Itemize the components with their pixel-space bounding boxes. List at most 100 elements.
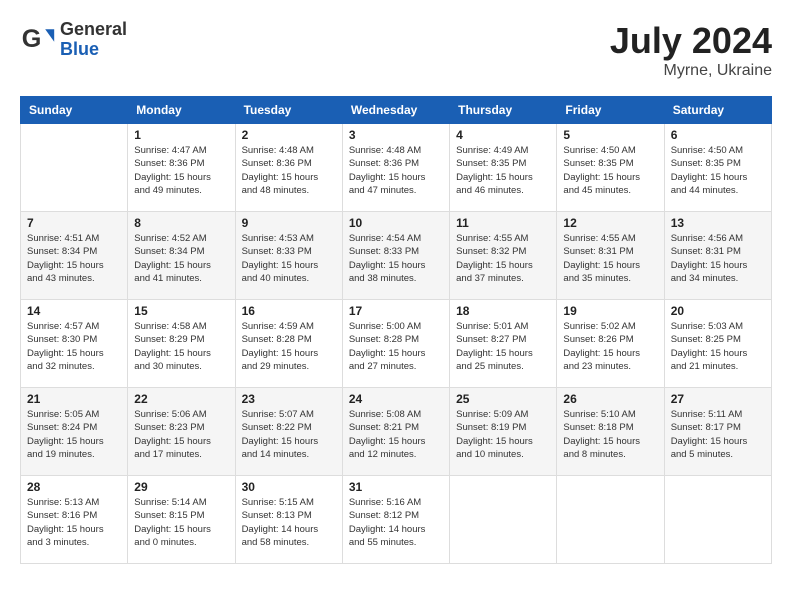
day-number: 29 [134, 480, 228, 494]
day-info: Sunrise: 4:54 AM Sunset: 8:33 PM Dayligh… [349, 232, 443, 285]
day-info: Sunrise: 4:55 AM Sunset: 8:31 PM Dayligh… [563, 232, 657, 285]
day-info: Sunrise: 4:58 AM Sunset: 8:29 PM Dayligh… [134, 320, 228, 373]
day-number: 23 [242, 392, 336, 406]
day-number: 24 [349, 392, 443, 406]
calendar-cell: 18 Sunrise: 5:01 AM Sunset: 8:27 PM Dayli… [450, 300, 557, 388]
day-info: Sunrise: 5:14 AM Sunset: 8:15 PM Dayligh… [134, 496, 228, 549]
calendar-cell [664, 476, 771, 564]
logo-blue: Blue [60, 40, 127, 60]
day-number: 28 [27, 480, 121, 494]
day-info: Sunrise: 4:50 AM Sunset: 8:35 PM Dayligh… [671, 144, 765, 197]
svg-text:G: G [22, 25, 42, 53]
calendar-cell: 27 Sunrise: 5:11 AM Sunset: 8:17 PM Dayli… [664, 388, 771, 476]
day-number: 25 [456, 392, 550, 406]
day-number: 9 [242, 216, 336, 230]
day-info: Sunrise: 4:59 AM Sunset: 8:28 PM Dayligh… [242, 320, 336, 373]
day-info: Sunrise: 4:56 AM Sunset: 8:31 PM Dayligh… [671, 232, 765, 285]
calendar-cell: 14 Sunrise: 4:57 AM Sunset: 8:30 PM Dayli… [21, 300, 128, 388]
calendar-cell: 22 Sunrise: 5:06 AM Sunset: 8:23 PM Dayli… [128, 388, 235, 476]
header-row: SundayMondayTuesdayWednesdayThursdayFrid… [21, 97, 772, 124]
day-info: Sunrise: 5:05 AM Sunset: 8:24 PM Dayligh… [27, 408, 121, 461]
calendar-cell: 31 Sunrise: 5:16 AM Sunset: 8:12 PM Dayli… [342, 476, 449, 564]
calendar-cell: 17 Sunrise: 5:00 AM Sunset: 8:28 PM Dayli… [342, 300, 449, 388]
calendar-cell: 30Sunrise: 5:15 AM Sunset: 8:13 PM Dayli… [235, 476, 342, 564]
day-number: 21 [27, 392, 121, 406]
day-number: 18 [456, 304, 550, 318]
day-number: 14 [27, 304, 121, 318]
weekday-header: Monday [128, 97, 235, 124]
calendar-cell: 8Sunrise: 4:52 AM Sunset: 8:34 PM Daylig… [128, 212, 235, 300]
day-number: 12 [563, 216, 657, 230]
calendar-cell: 11Sunrise: 4:55 AM Sunset: 8:32 PM Dayli… [450, 212, 557, 300]
day-number: 1 [134, 128, 228, 142]
day-number: 4 [456, 128, 550, 142]
day-info: Sunrise: 5:07 AM Sunset: 8:22 PM Dayligh… [242, 408, 336, 461]
day-info: Sunrise: 4:48 AM Sunset: 8:36 PM Dayligh… [242, 144, 336, 197]
day-info: Sunrise: 5:09 AM Sunset: 8:19 PM Dayligh… [456, 408, 550, 461]
month-year: July 2024 [610, 20, 772, 62]
logo-icon: G [20, 22, 56, 58]
day-info: Sunrise: 5:06 AM Sunset: 8:23 PM Dayligh… [134, 408, 228, 461]
calendar-table: SundayMondayTuesdayWednesdayThursdayFrid… [20, 96, 772, 564]
calendar-cell: 24 Sunrise: 5:08 AM Sunset: 8:21 PM Dayli… [342, 388, 449, 476]
weekday-header: Friday [557, 97, 664, 124]
calendar-week-row: 28 Sunrise: 5:13 AM Sunset: 8:16 PM Dayli… [21, 476, 772, 564]
day-number: 22 [134, 392, 228, 406]
day-number: 3 [349, 128, 443, 142]
day-number: 13 [671, 216, 765, 230]
calendar-week-row: 1Sunrise: 4:47 AM Sunset: 8:36 PM Daylig… [21, 124, 772, 212]
day-info: Sunrise: 5:10 AM Sunset: 8:18 PM Dayligh… [563, 408, 657, 461]
calendar-cell: 6Sunrise: 4:50 AM Sunset: 8:35 PM Daylig… [664, 124, 771, 212]
day-number: 17 [349, 304, 443, 318]
calendar-cell: 7Sunrise: 4:51 AM Sunset: 8:34 PM Daylig… [21, 212, 128, 300]
calendar-week-row: 14 Sunrise: 4:57 AM Sunset: 8:30 PM Dayli… [21, 300, 772, 388]
day-number: 15 [134, 304, 228, 318]
day-info: Sunrise: 5:02 AM Sunset: 8:26 PM Dayligh… [563, 320, 657, 373]
day-info: Sunrise: 5:11 AM Sunset: 8:17 PM Dayligh… [671, 408, 765, 461]
day-info: Sunrise: 4:49 AM Sunset: 8:35 PM Dayligh… [456, 144, 550, 197]
day-info: Sunrise: 4:52 AM Sunset: 8:34 PM Dayligh… [134, 232, 228, 285]
day-info: Sunrise: 4:48 AM Sunset: 8:36 PM Dayligh… [349, 144, 443, 197]
day-info: Sunrise: 5:13 AM Sunset: 8:16 PM Dayligh… [27, 496, 121, 549]
weekday-header: Sunday [21, 97, 128, 124]
day-info: Sunrise: 5:00 AM Sunset: 8:28 PM Dayligh… [349, 320, 443, 373]
day-number: 27 [671, 392, 765, 406]
calendar-cell [21, 124, 128, 212]
day-info: Sunrise: 4:57 AM Sunset: 8:30 PM Dayligh… [27, 320, 121, 373]
logo-general: General [60, 20, 127, 40]
day-info: Sunrise: 5:03 AM Sunset: 8:25 PM Dayligh… [671, 320, 765, 373]
calendar-cell: 5Sunrise: 4:50 AM Sunset: 8:35 PM Daylig… [557, 124, 664, 212]
day-info: Sunrise: 5:16 AM Sunset: 8:12 PM Dayligh… [349, 496, 443, 549]
calendar-cell: 28 Sunrise: 5:13 AM Sunset: 8:16 PM Dayli… [21, 476, 128, 564]
calendar-cell: 4 Sunrise: 4:49 AM Sunset: 8:35 PM Daylig… [450, 124, 557, 212]
calendar-header: SundayMondayTuesdayWednesdayThursdayFrid… [21, 97, 772, 124]
day-info: Sunrise: 4:53 AM Sunset: 8:33 PM Dayligh… [242, 232, 336, 285]
calendar-cell: 26 Sunrise: 5:10 AM Sunset: 8:18 PM Dayli… [557, 388, 664, 476]
calendar-cell [450, 476, 557, 564]
calendar-cell: 15 Sunrise: 4:58 AM Sunset: 8:29 PM Dayli… [128, 300, 235, 388]
page-header: G General Blue July 2024 Myrne, Ukraine [20, 20, 772, 80]
calendar-week-row: 21 Sunrise: 5:05 AM Sunset: 8:24 PM Dayli… [21, 388, 772, 476]
calendar-cell: 1Sunrise: 4:47 AM Sunset: 8:36 PM Daylig… [128, 124, 235, 212]
calendar-cell: 16Sunrise: 4:59 AM Sunset: 8:28 PM Dayli… [235, 300, 342, 388]
day-number: 7 [27, 216, 121, 230]
calendar-week-row: 7Sunrise: 4:51 AM Sunset: 8:34 PM Daylig… [21, 212, 772, 300]
weekday-header: Thursday [450, 97, 557, 124]
day-info: Sunrise: 5:15 AM Sunset: 8:13 PM Dayligh… [242, 496, 336, 549]
calendar-cell: 3 Sunrise: 4:48 AM Sunset: 8:36 PM Daylig… [342, 124, 449, 212]
calendar-cell: 25 Sunrise: 5:09 AM Sunset: 8:19 PM Dayli… [450, 388, 557, 476]
calendar-cell: 12 Sunrise: 4:55 AM Sunset: 8:31 PM Dayli… [557, 212, 664, 300]
day-number: 10 [349, 216, 443, 230]
weekday-header: Saturday [664, 97, 771, 124]
day-number: 20 [671, 304, 765, 318]
day-number: 2 [242, 128, 336, 142]
calendar-cell: 23 Sunrise: 5:07 AM Sunset: 8:22 PM Dayli… [235, 388, 342, 476]
calendar-cell: 9 Sunrise: 4:53 AM Sunset: 8:33 PM Daylig… [235, 212, 342, 300]
day-info: Sunrise: 5:08 AM Sunset: 8:21 PM Dayligh… [349, 408, 443, 461]
day-info: Sunrise: 5:01 AM Sunset: 8:27 PM Dayligh… [456, 320, 550, 373]
day-number: 31 [349, 480, 443, 494]
day-number: 5 [563, 128, 657, 142]
day-number: 11 [456, 216, 550, 230]
day-number: 26 [563, 392, 657, 406]
calendar-cell: 10 Sunrise: 4:54 AM Sunset: 8:33 PM Dayli… [342, 212, 449, 300]
